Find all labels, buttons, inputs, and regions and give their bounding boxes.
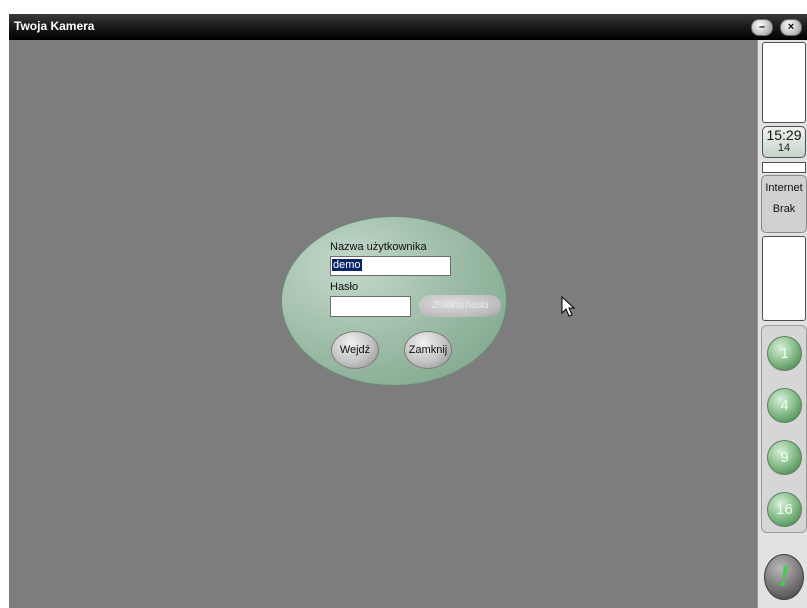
- clock-time: 15:29: [766, 127, 802, 143]
- exclamation-icon: !: [778, 560, 790, 593]
- minimize-button[interactable]: –: [751, 19, 773, 36]
- view-4-button[interactable]: 4: [767, 388, 802, 423]
- clock-seconds: 14: [777, 142, 791, 154]
- login-panel: Nazwa użytkownika demo Hasło Zmiana hasł…: [281, 216, 507, 386]
- username-input[interactable]: demo: [330, 256, 451, 276]
- alert-button[interactable]: !: [764, 554, 804, 600]
- close-window-button[interactable]: ×: [780, 19, 802, 36]
- camera-view-area: Nazwa użytkownika demo Hasło Zmiana hasł…: [9, 40, 757, 608]
- username-label: Nazwa użytkownika: [330, 241, 427, 253]
- change-password-button[interactable]: Zmiana hasła: [419, 295, 501, 317]
- enter-button[interactable]: Wejdź: [331, 331, 379, 369]
- preview-panel-top: [762, 42, 806, 123]
- internet-status-box: Internet Brak: [761, 175, 807, 233]
- view-9-button[interactable]: 9: [767, 440, 802, 475]
- window-title: Twoja Kamera: [14, 19, 95, 33]
- clock: 15:29 14: [762, 126, 806, 158]
- internet-status: Brak: [772, 203, 796, 215]
- view-16-button[interactable]: 16: [767, 492, 802, 527]
- internet-label: Internet: [765, 182, 803, 194]
- preview-panel-bottom: [762, 236, 806, 321]
- sidebar: 15:29 14 Internet Brak 1 4 9 16 !: [757, 40, 807, 608]
- close-button[interactable]: Zamknij: [404, 331, 452, 369]
- view-1-button[interactable]: 1: [767, 336, 802, 371]
- password-input[interactable]: [330, 296, 411, 317]
- mouse-cursor-icon: [561, 296, 576, 317]
- progress-bar: [762, 162, 806, 173]
- app-window: Twoja Kamera – × Nazwa użytkownika demo …: [9, 14, 807, 608]
- username-value: demo: [332, 259, 362, 271]
- title-bar[interactable]: Twoja Kamera – ×: [9, 14, 807, 40]
- view-layout-panel: 1 4 9 16: [761, 325, 807, 533]
- password-label: Hasło: [330, 281, 359, 293]
